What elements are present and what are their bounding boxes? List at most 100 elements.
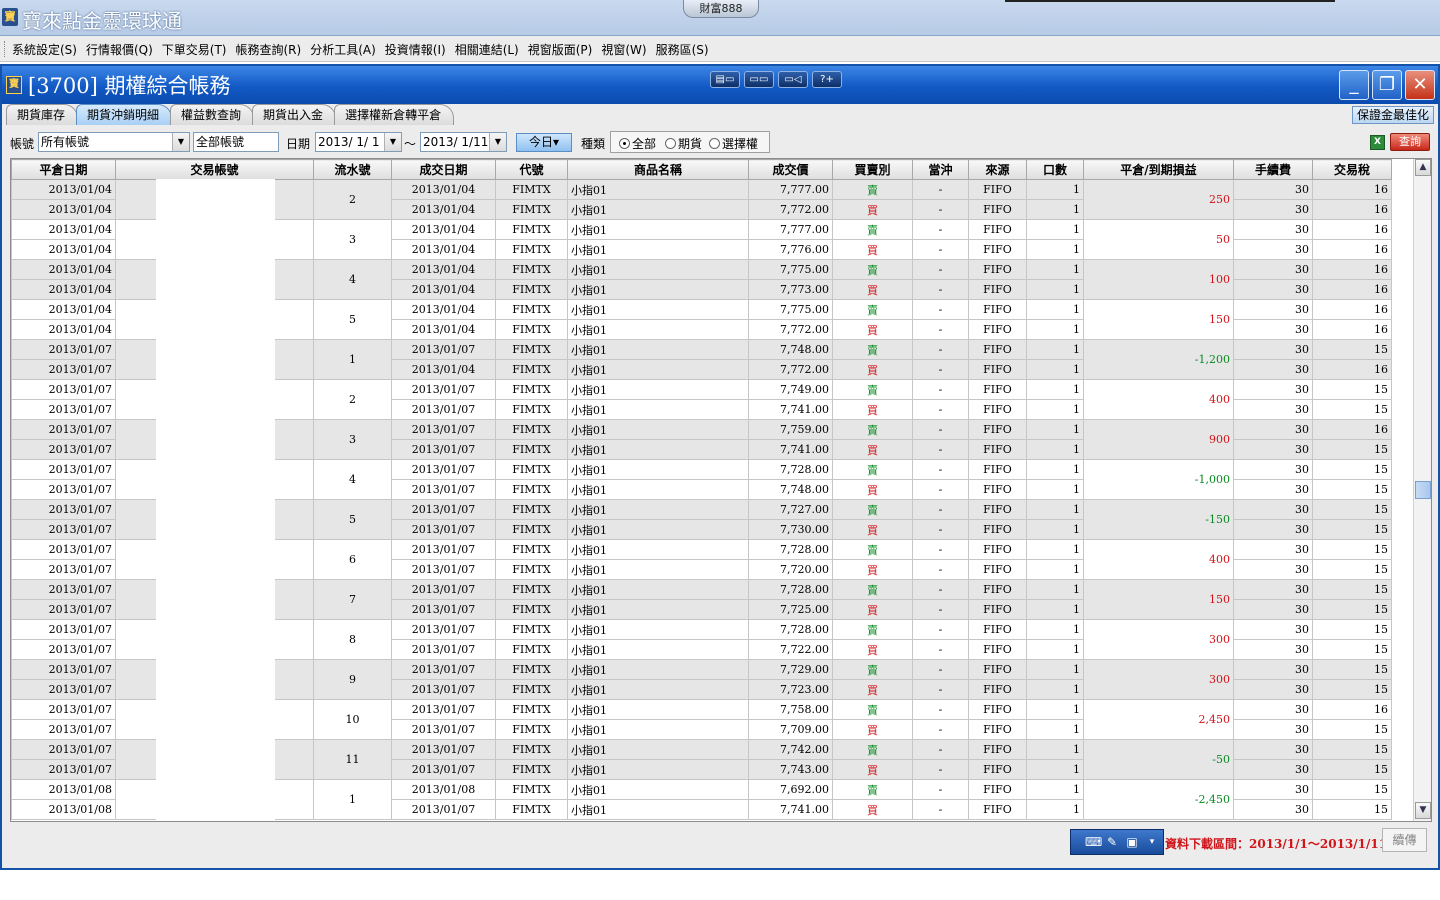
source-cell: FIFO: [968, 439, 1027, 460]
margin-optimize-button[interactable]: 保證金最佳化: [1352, 106, 1434, 124]
account-select[interactable]: 所有帳號 ▼: [38, 132, 190, 152]
price-cell: 7,723.00: [748, 679, 833, 700]
tab-1[interactable]: 期貨沖銷明細: [76, 104, 173, 125]
type-radio-futures[interactable]: 期貨: [665, 135, 702, 152]
daytrade-cell: -: [912, 559, 969, 580]
source-cell: FIFO: [968, 419, 1027, 440]
trade-date-cell: 2013/01/07: [391, 619, 496, 640]
seq-cell: 8: [313, 619, 392, 660]
link-tool-button[interactable]: ▭◁: [778, 71, 808, 88]
column-header[interactable]: 來源: [968, 159, 1027, 180]
input-toolstrip[interactable]: ⌨ ✎ ▣ ▾: [1070, 829, 1164, 855]
side-cell: 買: [832, 199, 913, 220]
trade-date-cell: 2013/01/07: [391, 399, 496, 420]
source-cell: FIFO: [968, 519, 1027, 540]
tax-cell: 16: [1312, 239, 1392, 260]
scroll-down-icon[interactable]: ▼: [1415, 802, 1431, 819]
menu-item[interactable]: 系統設定(S): [12, 41, 77, 58]
code-cell: FIMTX: [495, 339, 568, 360]
price-cell: 7,773.00: [748, 279, 833, 300]
column-header[interactable]: 買賣別: [832, 159, 913, 180]
pnl-cell: 400: [1083, 539, 1234, 580]
price-cell: 7,728.00: [748, 459, 833, 480]
excel-export-icon[interactable]: X: [1370, 135, 1385, 150]
query-button[interactable]: 查詢: [1390, 133, 1430, 151]
menu-item[interactable]: 視窗(W): [601, 41, 646, 58]
maximize-button[interactable]: ❐: [1372, 70, 1402, 100]
date-from-picker[interactable]: 2013/ 1/ 1 ▼: [315, 132, 402, 152]
code-cell: FIMTX: [495, 479, 568, 500]
account-redaction: [156, 179, 275, 821]
minimize-button[interactable]: _: [1339, 70, 1369, 100]
code-cell: FIMTX: [495, 439, 568, 460]
fee-cell: 30: [1233, 799, 1313, 820]
code-cell: FIMTX: [495, 399, 568, 420]
scroll-up-icon[interactable]: ▲: [1415, 159, 1431, 176]
date-to-picker[interactable]: 2013/ 1/11 ▼: [420, 132, 507, 152]
tab-0[interactable]: 期貨庫存: [6, 104, 79, 125]
fee-cell: 30: [1233, 719, 1313, 740]
column-header[interactable]: 口數: [1026, 159, 1084, 180]
column-header[interactable]: 平倉/到期損益: [1083, 159, 1234, 180]
menu-item[interactable]: 相關連結(L): [455, 41, 519, 58]
column-header[interactable]: 成交日期: [391, 159, 496, 180]
split-tool-button[interactable]: ▭▭: [744, 71, 774, 88]
tab-4[interactable]: 選擇權新倉轉平倉: [334, 104, 455, 125]
close-date-cell: 2013/01/07: [11, 379, 116, 400]
pnl-cell: 900: [1083, 419, 1234, 460]
app-badge[interactable]: 財富888: [683, 0, 759, 18]
side-cell: 買: [832, 759, 913, 780]
qty-cell: 1: [1026, 219, 1084, 240]
column-header[interactable]: 交易帳號: [115, 159, 314, 180]
menu-item[interactable]: 視窗版面(P): [528, 41, 593, 58]
menu-item[interactable]: 服務區(S): [656, 41, 709, 58]
code-cell: FIMTX: [495, 539, 568, 560]
price-cell: 7,728.00: [748, 579, 833, 600]
tab-2[interactable]: 權益數查詢: [170, 104, 255, 125]
fee-cell: 30: [1233, 699, 1313, 720]
scroll-thumb[interactable]: [1415, 481, 1431, 499]
continue-button[interactable]: 續傳: [1382, 828, 1427, 852]
account-name-field[interactable]: 全部帳號: [193, 132, 279, 152]
code-cell: FIMTX: [495, 299, 568, 320]
column-header[interactable]: 商品名稱: [567, 159, 749, 180]
source-cell: FIFO: [968, 199, 1027, 220]
menu-arrow-icon[interactable]: ▾: [1145, 835, 1159, 849]
column-header[interactable]: 手續費: [1233, 159, 1313, 180]
type-radio-all-label: 全部: [632, 137, 657, 151]
qty-cell: 1: [1026, 439, 1084, 460]
product-name-cell: 小指01: [567, 559, 749, 580]
menu-item[interactable]: 投資情報(I): [385, 41, 446, 58]
menu-item[interactable]: 行情報價(Q): [86, 41, 153, 58]
column-header[interactable]: 交易稅: [1312, 159, 1392, 180]
layout-tool-button[interactable]: ▤▭: [710, 71, 740, 88]
column-header[interactable]: 流水號: [313, 159, 392, 180]
product-name-cell: 小指01: [567, 319, 749, 340]
menu-item[interactable]: 帳務查詢(R): [236, 41, 302, 58]
column-header[interactable]: 平倉日期: [11, 159, 116, 180]
chevron-down-icon[interactable]: ▼: [384, 133, 401, 151]
column-header[interactable]: 當沖: [912, 159, 969, 180]
qty-cell: 1: [1026, 559, 1084, 580]
type-radio-all[interactable]: 全部: [619, 135, 656, 152]
column-header[interactable]: 成交價: [748, 159, 833, 180]
chevron-down-icon[interactable]: ▼: [489, 133, 506, 151]
keyboard-icon[interactable]: ⌨: [1085, 835, 1102, 849]
vertical-scrollbar[interactable]: ▲ ▼: [1413, 159, 1431, 821]
today-button[interactable]: 今日▾: [516, 133, 572, 152]
close-button[interactable]: ✕: [1405, 70, 1435, 100]
column-header[interactable]: 代號: [495, 159, 568, 180]
pen-icon[interactable]: ✎: [1105, 835, 1119, 849]
side-cell: 賣: [832, 299, 913, 320]
tab-3[interactable]: 期貨出入金: [252, 104, 337, 125]
menu-item[interactable]: 下單交易(T): [162, 41, 227, 58]
help-tool-button[interactable]: ?+: [812, 71, 842, 88]
chevron-down-icon[interactable]: ▼: [172, 133, 189, 151]
tax-cell: 15: [1312, 459, 1392, 480]
tax-cell: 16: [1312, 279, 1392, 300]
menu-item[interactable]: 分析工具(A): [310, 41, 376, 58]
code-cell: FIMTX: [495, 279, 568, 300]
type-radio-options[interactable]: 選擇權: [709, 135, 758, 152]
note-icon[interactable]: ▣: [1125, 835, 1139, 849]
radio-unchecked-icon: [665, 138, 676, 149]
